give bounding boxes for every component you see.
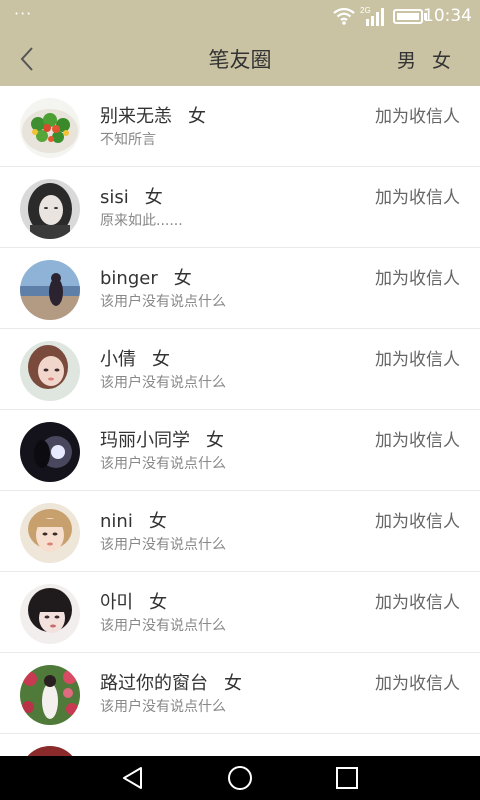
status-bar: ··· 2G 10:34: [0, 0, 480, 32]
system-navigation-bar: [0, 756, 480, 800]
night-light-avatar-image: [20, 422, 80, 482]
contact-name-line: binger 女: [100, 264, 192, 290]
avatar[interactable]: [20, 746, 80, 756]
recents-square-icon[interactable]: [333, 764, 361, 792]
add-recipient-button[interactable]: 加为收信人: [375, 345, 460, 370]
contact-row[interactable]: binger 女 该用户没有说点什么 加为收信人: [0, 248, 480, 329]
contact-name-line: nini 女: [100, 507, 167, 533]
contact-signature: 该用户没有说点什么: [100, 456, 226, 472]
blonde-avatar-image: [20, 503, 80, 563]
contact-row[interactable]: nini 女 该用户没有说点什么 加为收信人: [0, 491, 480, 572]
filter-female-button[interactable]: 女: [432, 46, 451, 73]
avatar[interactable]: [20, 584, 80, 644]
network-type: 2G: [360, 6, 371, 15]
contact-name-line: 别来无恙女: [100, 102, 206, 128]
add-recipient-button[interactable]: 加为收信人: [375, 507, 460, 532]
contact-signature: 该用户没有说点什么: [100, 375, 226, 391]
add-recipient-button[interactable]: 加为收信人: [375, 183, 460, 208]
header-bar: 笔友圈 男 女: [0, 32, 480, 86]
portrait-avatar-image: [20, 179, 80, 239]
contact-name: 别来无恙: [100, 106, 172, 127]
notification-dots: ···: [14, 4, 33, 23]
contact-gender: 女: [188, 106, 206, 127]
avatar[interactable]: [20, 260, 80, 320]
girl-avatar-image: [20, 341, 80, 401]
add-recipient-button[interactable]: 加为收信人: [375, 669, 460, 694]
wifi-icon: [333, 7, 355, 25]
contact-name-line: 玛丽小同学女: [100, 426, 224, 452]
contact-gender: 女: [149, 592, 168, 613]
contact-signature: 原来如此......: [100, 213, 183, 229]
contact-gender: 女: [144, 187, 163, 208]
contact-row-partial[interactable]: [0, 734, 480, 756]
contact-name: 小倩: [100, 349, 136, 370]
contact-name: 路过你的窗台: [100, 673, 208, 694]
contact-gender: 女: [224, 673, 242, 694]
beach-avatar-image: [20, 260, 80, 320]
battery-icon: [393, 9, 423, 24]
avatar[interactable]: [20, 341, 80, 401]
contact-signature: 该用户没有说点什么: [100, 699, 226, 715]
filter-male-button[interactable]: 男: [397, 46, 416, 73]
contact-name: sisi: [100, 187, 129, 208]
contact-name-line: 小倩女: [100, 345, 170, 371]
contact-row[interactable]: 路过你的窗台女 该用户没有说点什么 加为收信人: [0, 653, 480, 734]
bob-hair-avatar-image: [20, 584, 80, 644]
contact-gender: 女: [206, 430, 224, 451]
contact-name: 아미: [100, 592, 134, 613]
avatar[interactable]: [20, 665, 80, 725]
contact-gender: 女: [148, 511, 167, 532]
contact-row[interactable]: 아미 女 该用户没有说点什么 加为收信人: [0, 572, 480, 653]
avatar[interactable]: [20, 98, 80, 158]
contact-gender: 女: [152, 349, 170, 370]
add-recipient-button[interactable]: 加为收信人: [375, 426, 460, 451]
contact-name: binger: [100, 268, 158, 289]
flower-garden-avatar-image: [20, 665, 80, 725]
back-triangle-icon[interactable]: [119, 764, 147, 792]
partial-avatar-image: [20, 746, 80, 756]
add-recipient-button[interactable]: 加为收信人: [375, 102, 460, 127]
contact-row[interactable]: 小倩女 该用户没有说点什么 加为收信人: [0, 329, 480, 410]
contact-name: nini: [100, 511, 133, 532]
home-circle-icon[interactable]: [226, 764, 254, 792]
avatar[interactable]: [20, 503, 80, 563]
contact-name-line: 路过你的窗台女: [100, 669, 242, 695]
contact-row[interactable]: 别来无恙女 不知所言 加为收信人: [0, 86, 480, 167]
contact-signature: 该用户没有说点什么: [100, 537, 226, 553]
contact-name-line: 아미 女: [100, 588, 167, 614]
avatar[interactable]: [20, 422, 80, 482]
avatar[interactable]: [20, 179, 80, 239]
contact-signature: 该用户没有说点什么: [100, 618, 226, 634]
contact-row[interactable]: 玛丽小同学女 该用户没有说点什么 加为收信人: [0, 410, 480, 491]
signal-icon: 2G: [360, 6, 384, 26]
contact-name: 玛丽小同学: [100, 430, 190, 451]
status-time: 10:34: [423, 6, 472, 26]
contact-name-line: sisi 女: [100, 183, 163, 209]
contact-signature: 不知所言: [100, 132, 156, 148]
contact-list: 别来无恙女 不知所言 加为收信人 sisi女 原来如此...... 加为收信人: [0, 86, 480, 756]
contact-gender: 女: [173, 268, 192, 289]
add-recipient-button[interactable]: 加为收信人: [375, 588, 460, 613]
contact-row[interactable]: sisi 女 原来如此...... 加为收信人: [0, 167, 480, 248]
salad-avatar-image: [20, 98, 80, 158]
add-recipient-button[interactable]: 加为收信人: [375, 264, 460, 289]
contact-signature: 该用户没有说点什么: [100, 294, 226, 310]
